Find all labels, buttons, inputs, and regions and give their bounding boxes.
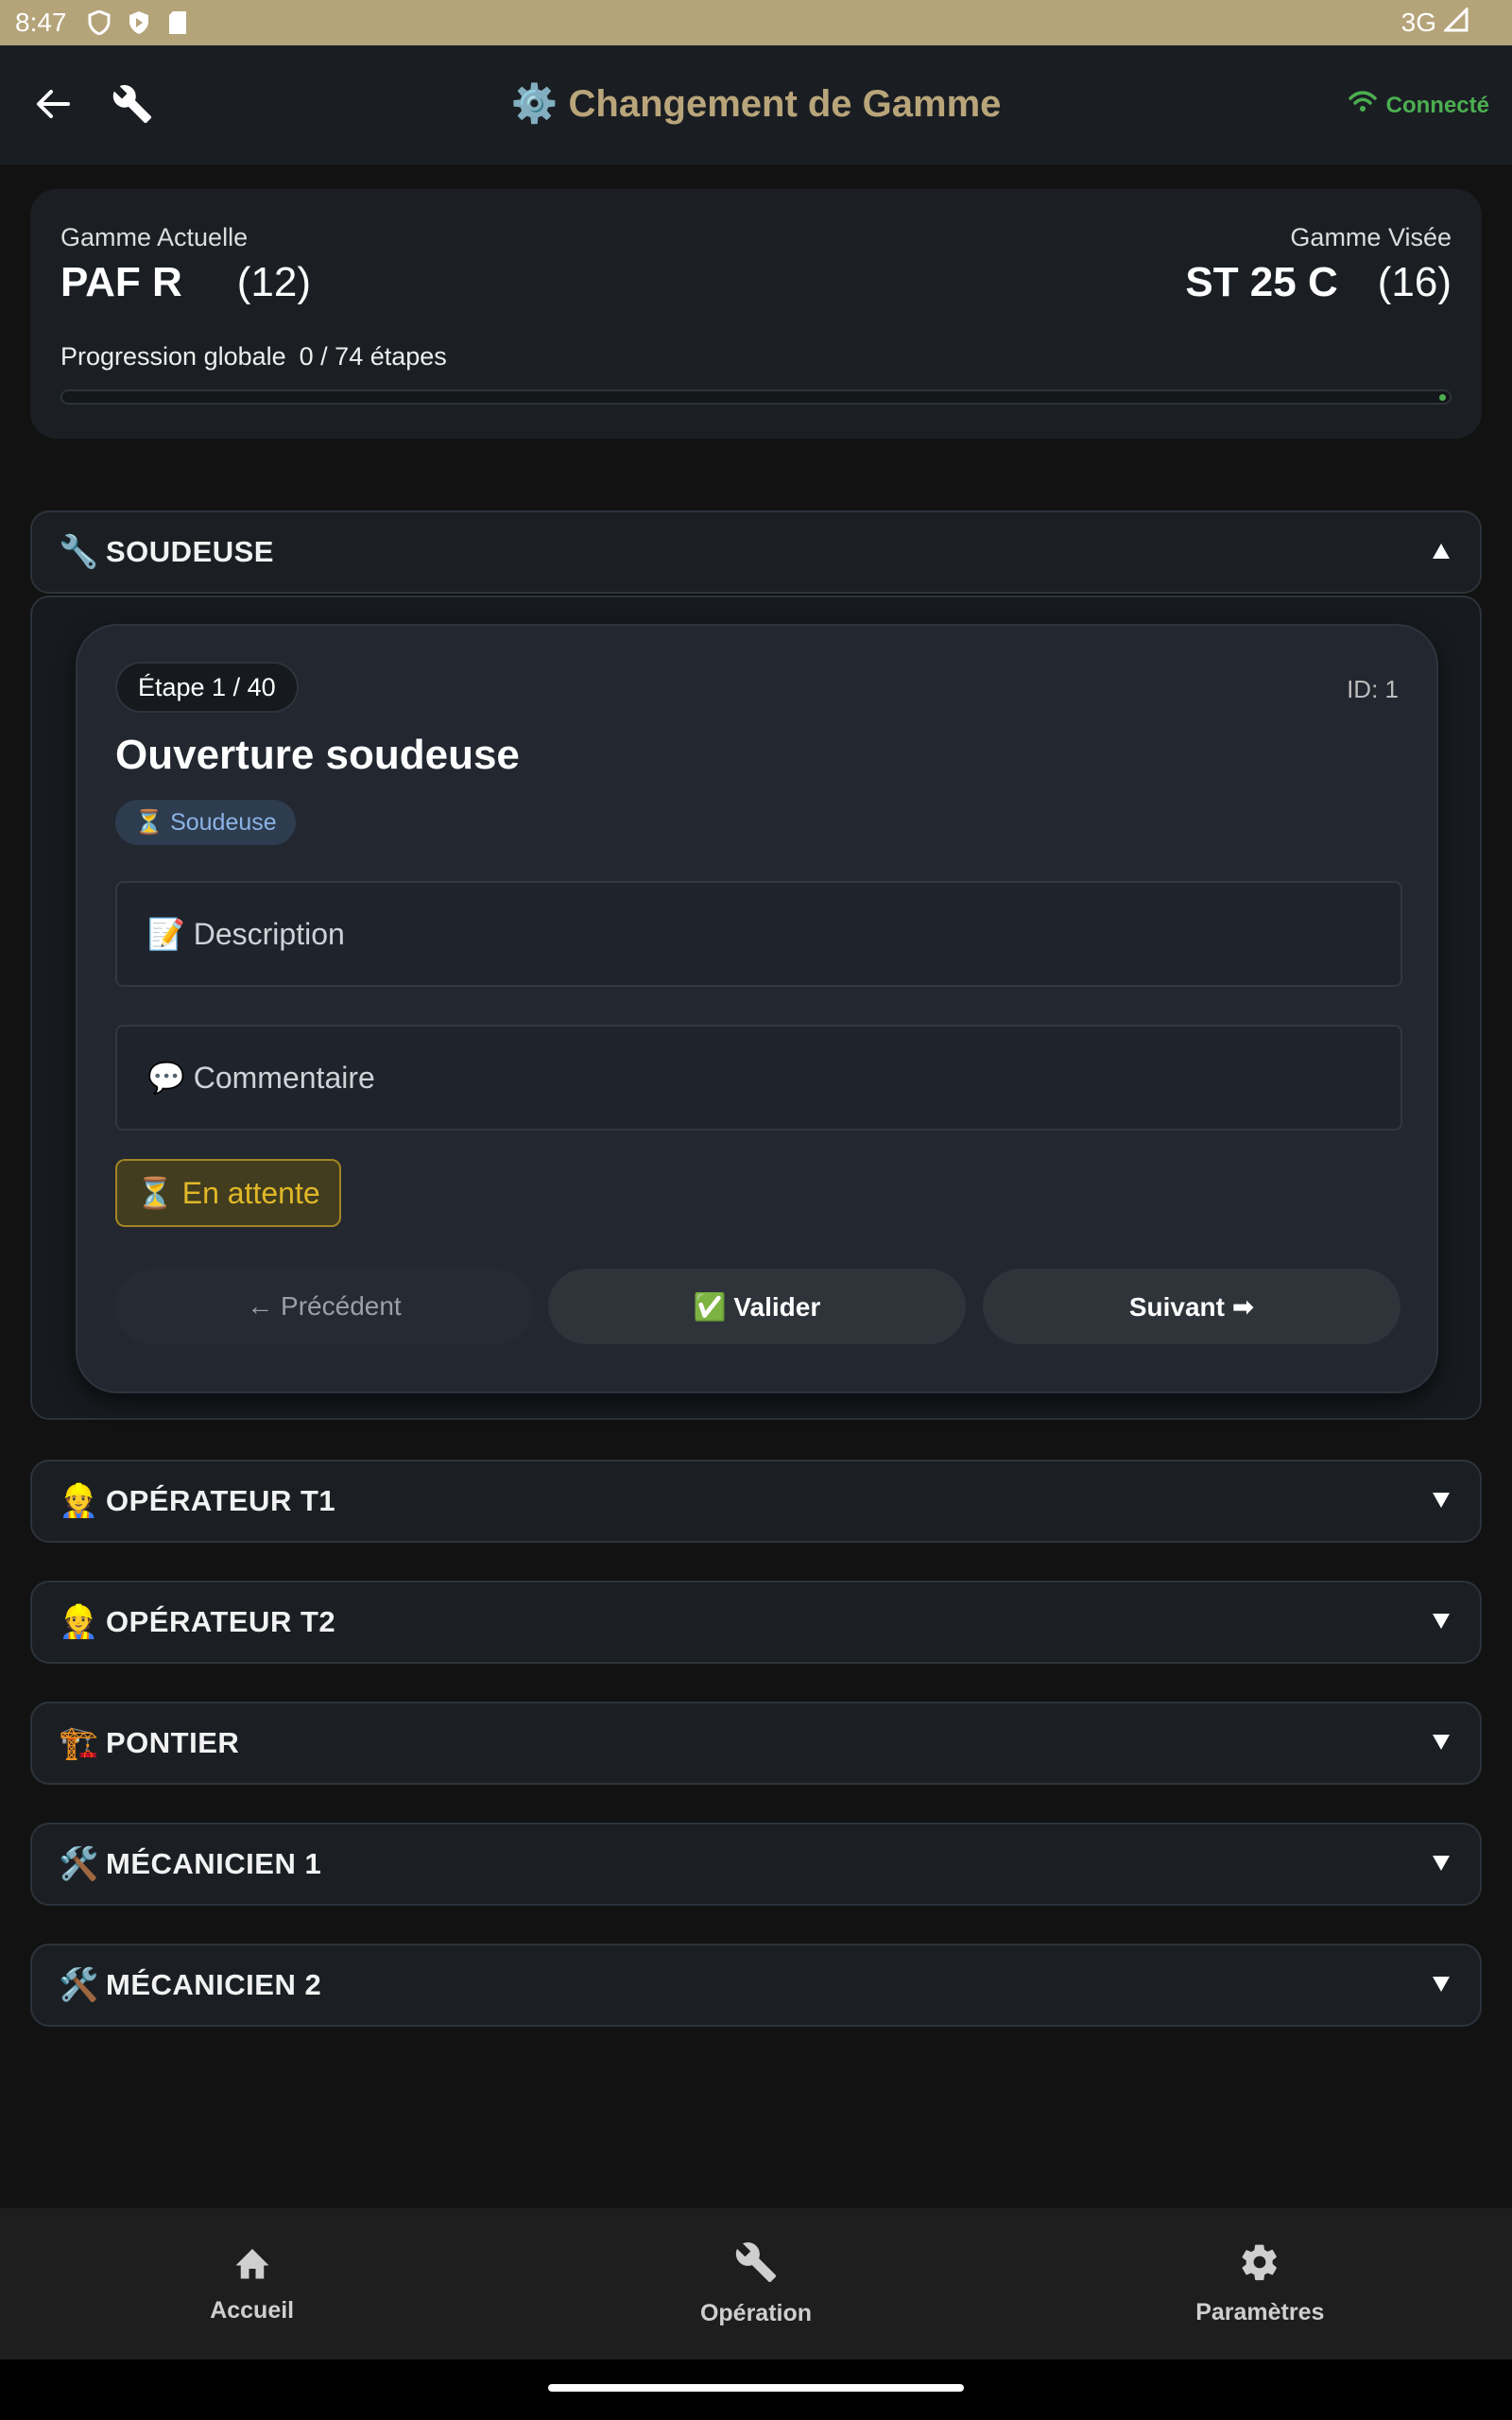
section-label: OPÉRATEUR T1 — [106, 1484, 336, 1517]
bottom-navigation: Accueil Opération Paramètres — [0, 2208, 1512, 2360]
next-button[interactable]: Suivant ➡ — [983, 1269, 1400, 1344]
shield-icon — [88, 10, 111, 35]
previous-button[interactable]: ← Précédent — [115, 1269, 533, 1344]
play-protect-icon — [128, 10, 150, 35]
section-header-mecanicien-1[interactable]: 🛠️ MÉCANICIEN 1 — [30, 1823, 1482, 1906]
signal-icon — [1442, 5, 1469, 39]
target-range-value: ST 25 C (16) — [1185, 259, 1452, 306]
chevron-up-icon — [1431, 541, 1452, 562]
network-type: 3G — [1400, 8, 1436, 37]
progress-title: Progression globale — [60, 342, 286, 371]
nav-item-parametres[interactable]: Paramètres — [1008, 2208, 1512, 2360]
connection-label: Connecté — [1385, 92, 1489, 118]
section-header-soudeuse[interactable]: 🔧 SOUDEUSE — [30, 510, 1482, 594]
description-field[interactable]: 📝 Description — [115, 881, 1402, 987]
section-label: MÉCANICIEN 1 — [106, 1847, 322, 1880]
step-counter: Étape 1 / 40 — [115, 662, 299, 713]
chevron-down-icon — [1431, 1611, 1452, 1632]
connection-status: Connecté — [1348, 91, 1489, 120]
progress-bar — [60, 389, 1452, 405]
step-card: Étape 1 / 40 ID: 1 Ouverture soudeuse ⏳ … — [76, 624, 1438, 1393]
progress-label: Progression globale 0 / 74 étapes — [60, 342, 447, 372]
worker-emoji-icon: 👷 — [59, 1604, 99, 1640]
gear-icon — [1239, 2241, 1280, 2290]
crane-emoji-icon: 🏗️ — [59, 1725, 99, 1761]
current-range-value: PAF R (12) — [60, 259, 311, 306]
current-range-label: Gamme Actuelle — [60, 223, 249, 251]
range-summary-card: Gamme Actuelle Gamme Visée PAF R (12) ST … — [30, 189, 1482, 439]
validate-button[interactable]: ✅ Valider — [548, 1269, 966, 1344]
chevron-down-icon — [1431, 1732, 1452, 1753]
sd-card-icon — [167, 10, 188, 35]
role-badge: ⏳ Soudeuse — [115, 800, 296, 845]
progress-count: 0 / 74 étapes — [299, 342, 447, 371]
nav-item-operation[interactable]: Opération — [504, 2208, 1007, 2360]
nav-label: Opération — [699, 2300, 813, 2326]
page-title: ⚙️ Changement de Gamme — [510, 83, 1002, 125]
app-bar: ⚙️ Changement de Gamme Connecté — [0, 45, 1512, 164]
target-range-number: (16) — [1377, 259, 1452, 305]
section-header-mecanicien-2[interactable]: 🛠️ MÉCANICIEN 2 — [30, 1944, 1482, 2027]
step-title: Ouverture soudeuse — [115, 732, 520, 778]
section-header-operateur-t1[interactable]: 👷 OPÉRATEUR T1 — [30, 1460, 1482, 1543]
tools-emoji-icon: 🛠️ — [59, 1967, 99, 2003]
current-range-name: PAF R — [60, 259, 182, 305]
progress-indicator — [1439, 394, 1446, 401]
step-id: ID: 1 — [1347, 675, 1399, 703]
wrench-emoji-icon: 🔧 — [59, 534, 99, 570]
home-icon — [232, 2243, 272, 2288]
tools-emoji-icon: 🛠️ — [59, 1846, 99, 1882]
chevron-down-icon — [1431, 1490, 1452, 1511]
section-body-soudeuse: Étape 1 / 40 ID: 1 Ouverture soudeuse ⏳ … — [30, 596, 1482, 1420]
section-header-pontier[interactable]: 🏗️ PONTIER — [30, 1702, 1482, 1785]
nav-item-accueil[interactable]: Accueil — [0, 2208, 504, 2360]
status-time: 8:47 — [15, 8, 67, 37]
nav-label: Paramètres — [1195, 2299, 1325, 2325]
target-range-label: Gamme Visée — [1290, 223, 1452, 251]
status-bar: 8:47 3G — [0, 0, 1512, 45]
wifi-icon — [1348, 91, 1377, 120]
target-range-name: ST 25 C — [1185, 259, 1338, 305]
section-label: SOUDEUSE — [106, 535, 274, 568]
comment-field[interactable]: 💬 Commentaire — [115, 1025, 1402, 1131]
chevron-down-icon — [1431, 1974, 1452, 1995]
worker-emoji-icon: 👷 — [59, 1483, 99, 1519]
section-label: PONTIER — [106, 1726, 240, 1759]
wrench-icon — [734, 2240, 778, 2290]
gesture-handle[interactable] — [548, 2384, 964, 2392]
current-range-number: (12) — [236, 259, 311, 305]
chevron-down-icon — [1431, 1853, 1452, 1874]
section-label: MÉCANICIEN 2 — [106, 1968, 322, 2001]
nav-label: Accueil — [210, 2297, 295, 2324]
status-badge: ⏳ En attente — [115, 1159, 341, 1227]
section-header-operateur-t2[interactable]: 👷 OPÉRATEUR T2 — [30, 1581, 1482, 1664]
section-label: OPÉRATEUR T2 — [106, 1605, 336, 1638]
